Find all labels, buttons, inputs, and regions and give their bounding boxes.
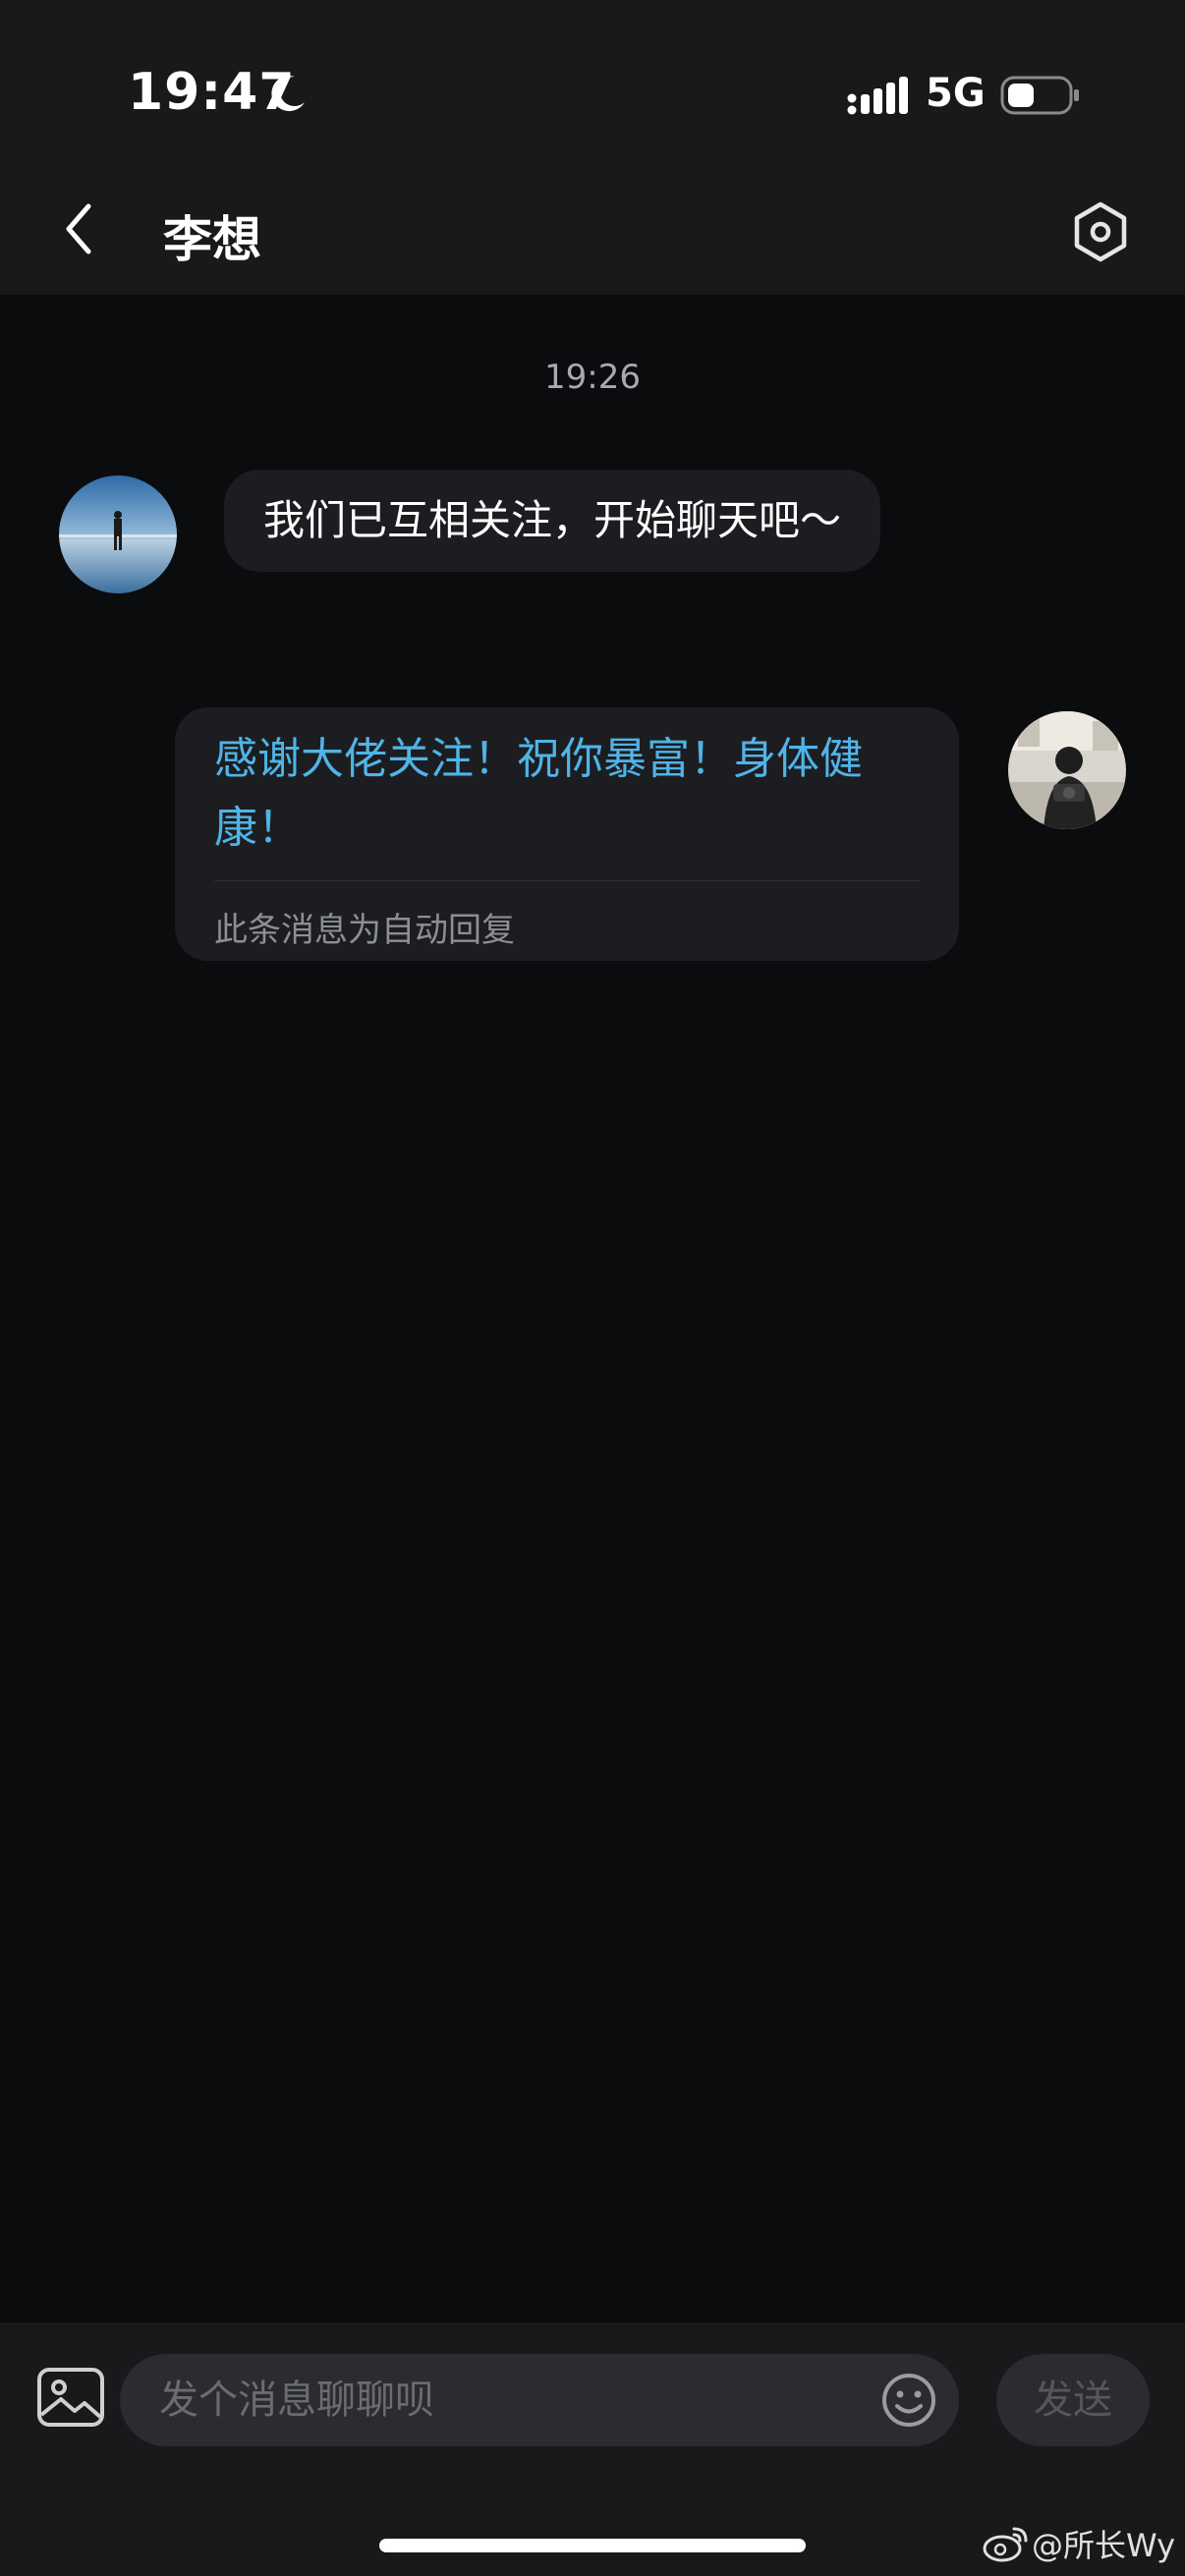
message-bubble-sent[interactable]: 感谢大佬关注！祝你暴富！身体健康！ 此条消息为自动回复	[175, 707, 959, 961]
auto-reply-note: 此条消息为自动回复	[214, 911, 515, 950]
contact-name-title: 李想	[163, 211, 261, 268]
my-avatar[interactable]	[1008, 711, 1126, 829]
send-button[interactable]: 发送	[996, 2354, 1150, 2446]
auto-reply-message-text: 感谢大佬关注！祝你暴富！身体健康！	[214, 734, 863, 853]
message-bubble-received[interactable]: 我们已互相关注，开始聊天吧～	[224, 470, 881, 572]
watermark-text: @所长Wy	[1032, 2527, 1176, 2564]
battery-icon	[1000, 76, 1079, 115]
hexagon-settings-icon[interactable]	[1069, 200, 1132, 263]
message-input[interactable]: 发个消息聊聊呗	[120, 2354, 959, 2446]
weibo-icon	[983, 2527, 1028, 2562]
chat-screen: 19:47 5G 李想 19:26 我们已互相关注，开始聊天吧～ 感谢大佬关注！…	[0, 0, 1185, 2576]
bubble-divider	[214, 880, 920, 881]
message-input-placeholder: 发个消息聊聊呗	[159, 2378, 434, 2423]
chat-timestamp: 19:26	[544, 358, 641, 397]
image-icon[interactable]	[35, 2366, 106, 2429]
network-label: 5G	[926, 71, 986, 116]
back-chevron-icon[interactable]	[55, 196, 102, 261]
home-indicator[interactable]	[379, 2539, 806, 2552]
contact-avatar[interactable]	[59, 476, 177, 593]
emoji-icon[interactable]	[880, 2372, 937, 2429]
moon-icon	[271, 76, 305, 112]
signal-icon	[847, 77, 908, 115]
